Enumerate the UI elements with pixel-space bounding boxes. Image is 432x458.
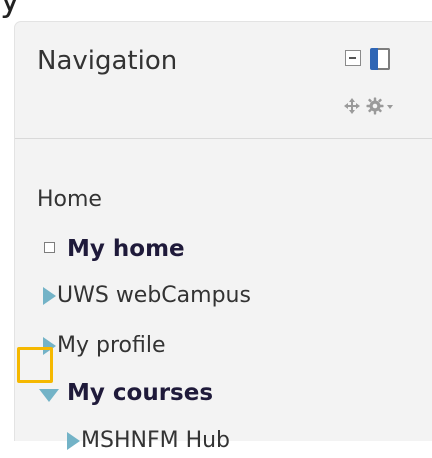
nav-item-label: My home xyxy=(67,236,185,262)
expand-arrow-icon[interactable] xyxy=(43,287,56,305)
nav-item-label: MSHNFM Hub xyxy=(81,428,231,453)
nav-item-label: Home xyxy=(37,187,102,212)
nav-item-label: My profile xyxy=(57,333,166,358)
nav-item-label: My courses xyxy=(67,380,214,406)
collapse-arrow-icon[interactable] xyxy=(39,389,59,402)
gear-caret-icon[interactable] xyxy=(387,105,393,109)
dock-block-button[interactable] xyxy=(370,48,390,70)
nav-item-label: UWS webCampus xyxy=(57,283,251,308)
gear-icon[interactable] xyxy=(366,97,384,115)
move-icon[interactable] xyxy=(344,98,360,114)
block-header: Navigation xyxy=(15,22,432,139)
cropped-letter: y xyxy=(0,0,21,20)
collapse-block-button[interactable] xyxy=(345,50,361,66)
navigation-block: Navigation Home My home UWS webCampus My… xyxy=(14,21,432,453)
block-title: Navigation xyxy=(37,46,178,76)
expand-arrow-icon[interactable] xyxy=(67,432,80,450)
highlight-box xyxy=(17,347,53,383)
dock-icon xyxy=(370,48,378,70)
leaf-square-icon xyxy=(44,242,55,253)
